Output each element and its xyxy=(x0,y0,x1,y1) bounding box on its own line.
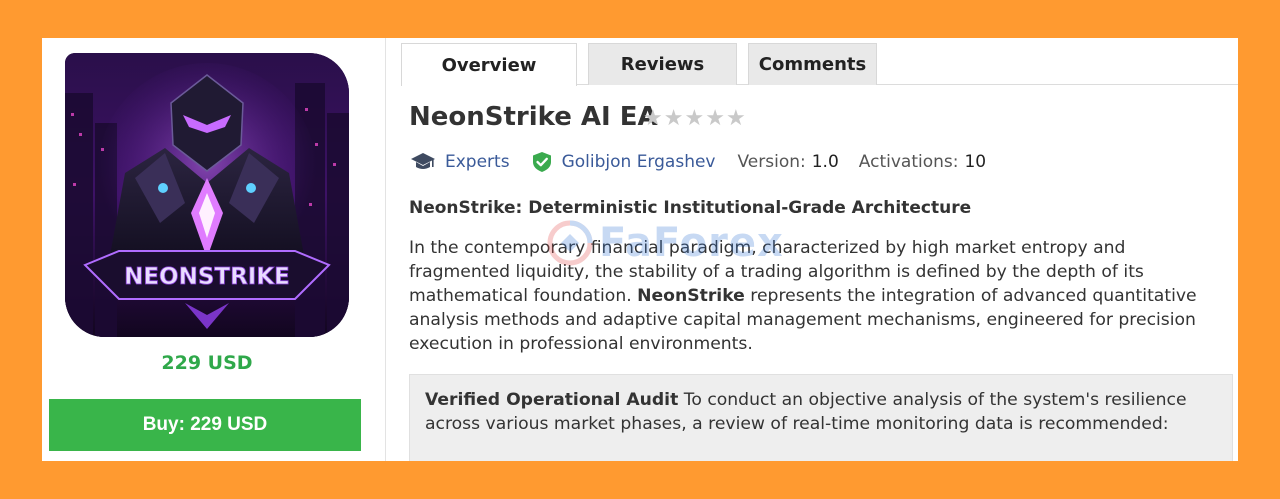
category-label: Experts xyxy=(445,152,510,172)
tab-bar: Overview Reviews Comments xyxy=(401,43,1238,86)
version-value: 1.0 xyxy=(811,152,839,172)
tab-reviews[interactable]: Reviews xyxy=(588,43,737,85)
audit-heading: Verified Operational Audit xyxy=(425,390,679,410)
star-icon[interactable]: ★ xyxy=(643,106,664,131)
product-logo-text: NEONSTRIKE xyxy=(124,264,290,290)
description-bold: NeonStrike xyxy=(637,286,745,306)
author-link[interactable]: Golibjon Ergashev xyxy=(531,151,716,173)
product-meta: Experts Golibjon Ergashev Version: 1.0 A… xyxy=(410,149,986,175)
star-icon[interactable]: ★ xyxy=(664,106,685,131)
verified-shield-icon xyxy=(531,151,553,173)
description-paragraph: In the contemporary financial paradigm, … xyxy=(409,236,1229,356)
description-heading: NeonStrike: Deterministic Institutional-… xyxy=(409,198,972,218)
category-link[interactable]: Experts xyxy=(410,151,510,173)
column-divider xyxy=(385,38,386,461)
tab-overview[interactable]: Overview xyxy=(401,43,577,86)
product-card: NEONSTRIKE 229 USD Buy: 229 USD Overview… xyxy=(42,38,1238,461)
activations-label: Activations: xyxy=(858,152,959,172)
star-icon[interactable]: ★ xyxy=(726,106,747,131)
product-sidebar: NEONSTRIKE 229 USD Buy: 229 USD xyxy=(42,38,385,461)
buy-button[interactable]: Buy: 229 USD xyxy=(49,399,361,451)
tab-comments[interactable]: Comments xyxy=(748,43,877,85)
graduation-cap-icon xyxy=(410,151,436,173)
product-price: 229 USD xyxy=(161,352,253,374)
author-name: Golibjon Ergashev xyxy=(561,152,716,172)
product-image[interactable]: NEONSTRIKE xyxy=(65,53,349,337)
audit-section: Verified Operational Audit To conduct an… xyxy=(409,374,1233,461)
version-label: Version: xyxy=(737,152,806,172)
rating-stars[interactable]: ★★★★★ xyxy=(643,106,747,131)
star-icon[interactable]: ★ xyxy=(705,106,726,131)
activations-value: 10 xyxy=(964,152,987,172)
product-title: NeonStrike AI EA xyxy=(409,102,658,132)
product-artwork: NEONSTRIKE xyxy=(65,53,349,337)
star-icon[interactable]: ★ xyxy=(684,106,705,131)
